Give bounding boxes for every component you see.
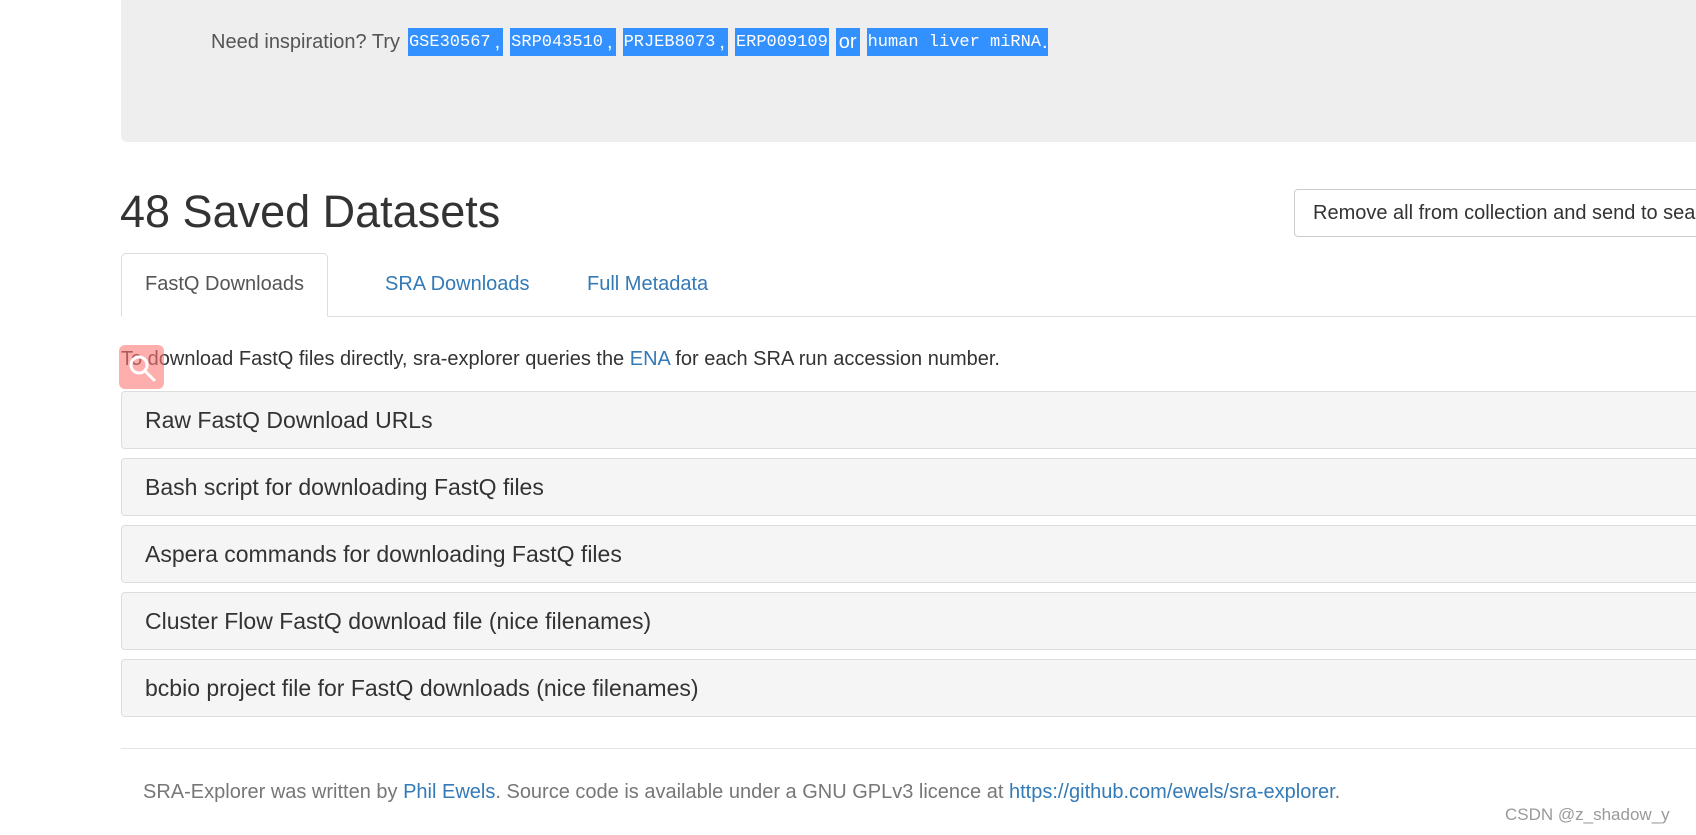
remove-all-button[interactable]: Remove all from collection and send to s… xyxy=(1294,189,1696,237)
panel-bcbio[interactable]: bcbio project file for FastQ downloads (… xyxy=(121,659,1696,717)
page-title: 48 Saved Datasets xyxy=(120,186,501,237)
example-link-4[interactable]: ERP009109 xyxy=(735,33,829,52)
panel-aspera-commands[interactable]: Aspera commands for downloading FastQ fi… xyxy=(121,525,1696,583)
csdn-watermark: CSDN @z_shadow_y xyxy=(1505,805,1670,824)
ena-link[interactable]: ENA xyxy=(630,348,670,370)
fastq-intro-text: To download FastQ files directly, sra-ex… xyxy=(121,348,1000,370)
panel-cluster-flow[interactable]: Cluster Flow FastQ download file (nice f… xyxy=(121,592,1696,650)
example-link-5[interactable]: human liver miRNA xyxy=(867,33,1042,52)
footer-text: SRA-Explorer was written by Phil Ewels. … xyxy=(143,781,1341,803)
inspiration-line: Need inspiration? Try GSE30567, SRP043510… xyxy=(211,28,1048,56)
footer-divider xyxy=(121,748,1696,749)
or-word: or xyxy=(835,28,860,56)
repo-link[interactable]: https://github.com/ewels/sra-explorer xyxy=(1009,781,1335,803)
panel-bash-script[interactable]: Bash script for downloading FastQ files xyxy=(121,458,1696,516)
inspiration-prefix: Need inspiration? Try xyxy=(211,30,400,53)
magnifier-overlay[interactable] xyxy=(119,345,164,389)
search-icon xyxy=(129,355,156,382)
example-link-3[interactable]: PRJEB8073 xyxy=(623,33,717,52)
panel-raw-urls[interactable]: Raw FastQ Download URLs xyxy=(121,391,1696,449)
tab-fastq-downloads[interactable]: FastQ Downloads xyxy=(121,253,328,317)
tab-full-metadata[interactable]: Full Metadata xyxy=(564,253,731,316)
example-link-2[interactable]: SRP043510 xyxy=(510,33,604,52)
example-link-1[interactable]: GSE30567 xyxy=(408,33,492,52)
tab-sra-downloads[interactable]: SRA Downloads xyxy=(362,253,553,316)
download-tabs: FastQ Downloads SRA Downloads Full Metad… xyxy=(121,253,1696,317)
author-link[interactable]: Phil Ewels xyxy=(403,781,495,803)
search-jumbotron xyxy=(121,0,1696,142)
